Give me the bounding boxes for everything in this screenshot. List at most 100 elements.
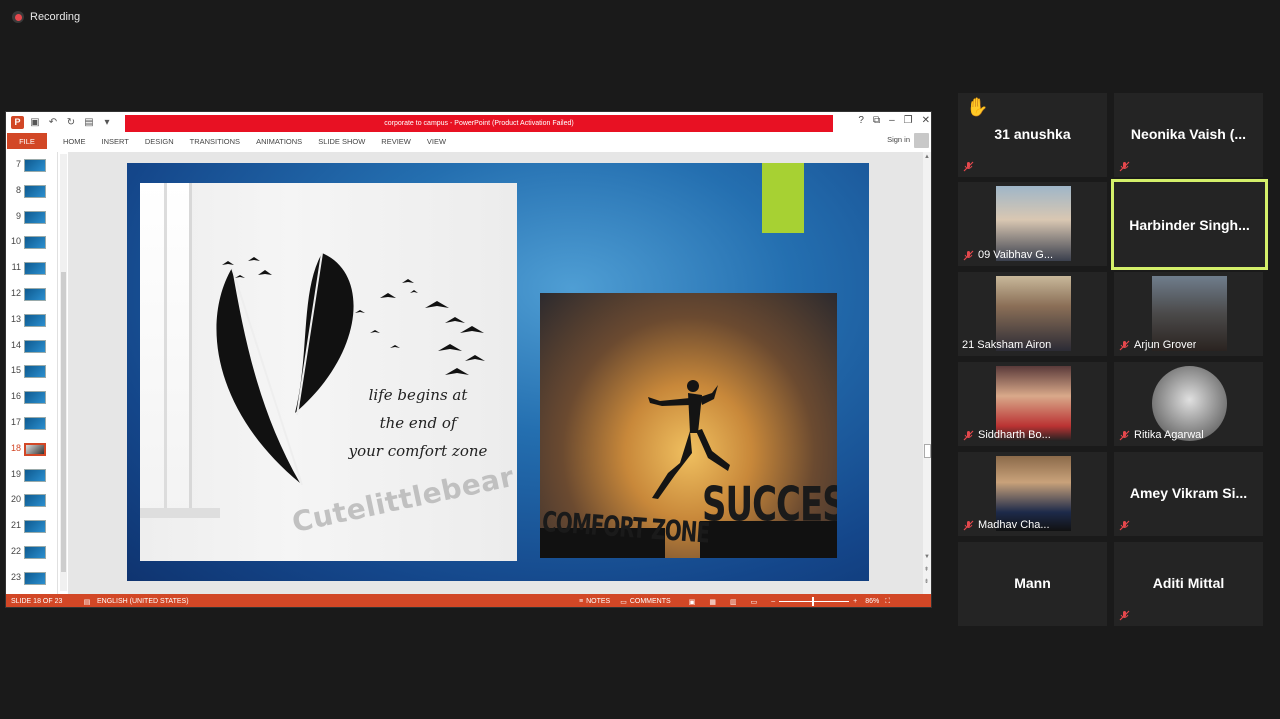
participant-tile-active-speaker[interactable]: Harbinder Singh...: [1111, 179, 1268, 270]
slide-thumbnail[interactable]: 10: [6, 230, 58, 252]
close-button[interactable]: ✕: [922, 115, 930, 126]
slide-preview[interactable]: [24, 365, 46, 379]
thumbnail-scrollbar[interactable]: [60, 154, 67, 591]
tab-transitions[interactable]: TRANSITIONS: [190, 137, 240, 146]
slide-preview[interactable]: [24, 468, 46, 482]
slideshow-view-icon[interactable]: ▭: [751, 598, 758, 606]
slide-number: 19: [10, 468, 21, 479]
participant-tile[interactable]: Madhav Cha...: [958, 452, 1107, 536]
participant-tile[interactable]: Mann: [958, 542, 1107, 626]
slide-thumbnail[interactable]: 22: [6, 540, 58, 562]
zoom-in-icon[interactable]: +: [853, 598, 857, 605]
slide-thumbnail[interactable]: 15: [6, 359, 58, 381]
slide-thumbnail[interactable]: 7: [6, 153, 58, 175]
slide-preview[interactable]: [24, 210, 46, 224]
slide-preview[interactable]: [24, 494, 46, 508]
slide-thumbnail[interactable]: 18: [6, 437, 58, 459]
slide-preview[interactable]: [24, 391, 46, 405]
slide-preview[interactable]: [24, 442, 46, 456]
restore-button[interactable]: ❐: [904, 115, 913, 126]
sign-in-link[interactable]: Sign in: [887, 135, 910, 144]
slide-preview[interactable]: [24, 184, 46, 198]
slide-preview[interactable]: [24, 313, 46, 327]
participant-tile[interactable]: Arjun Grover: [1114, 272, 1263, 356]
ppt-titlebar: P ▣ ↶ ↻ ▤ ▾ corporate to campus - PowerP…: [6, 112, 931, 132]
slide-thumbnail[interactable]: 19: [6, 463, 58, 485]
participant-tile[interactable]: 09 Vaibhav G...: [958, 182, 1107, 266]
slide-preview[interactable]: [24, 288, 46, 301]
tab-animations[interactable]: ANIMATIONS: [256, 137, 302, 146]
undo-icon[interactable]: ↶: [46, 117, 60, 128]
tab-home[interactable]: HOME: [63, 137, 86, 146]
notes-button[interactable]: NOTES: [586, 598, 610, 605]
slide-preview[interactable]: [24, 546, 46, 559]
current-slide[interactable]: life begins at the end of your comfort z…: [127, 163, 869, 581]
start-slideshow-icon[interactable]: ▤: [82, 117, 96, 128]
help-button[interactable]: ?: [858, 115, 864, 126]
zoom-out-icon[interactable]: –: [771, 598, 775, 605]
slide-thumbnail-pane: 7 8 9 10 11 12 13 14 15 16 17 18 19 20 21 22 23: [6, 152, 58, 594]
slide-thumbnail[interactable]: 17: [6, 411, 58, 433]
participant-tile[interactable]: Ritika Agarwal: [1114, 362, 1263, 446]
tab-slide-show[interactable]: SLIDE SHOW: [318, 137, 365, 146]
slide-thumbnail[interactable]: 13: [6, 308, 58, 330]
slide-thumbnail[interactable]: 20: [6, 488, 58, 510]
normal-view-icon[interactable]: ▣: [689, 598, 696, 606]
fit-to-window-icon[interactable]: ⛶: [885, 598, 890, 606]
success-text: SUCCESS: [702, 477, 837, 533]
slide-thumbnail[interactable]: 23: [6, 566, 58, 588]
comments-button[interactable]: COMMENTS: [630, 598, 671, 605]
comfort-zone-success-image: COMFORT ZONE SUCCESS: [540, 293, 837, 558]
slide-thumbnail[interactable]: 21: [6, 514, 58, 536]
account-avatar-icon[interactable]: [914, 133, 929, 148]
scroll-down-icon[interactable]: ▼: [924, 554, 930, 560]
slide-preview[interactable]: [24, 520, 46, 534]
muted-mic-icon: [1119, 610, 1130, 621]
slide-preview[interactable]: [24, 262, 46, 276]
ribbon-display-button[interactable]: ⧉: [873, 115, 880, 126]
slide-thumbnail[interactable]: 12: [6, 282, 58, 304]
minimize-button[interactable]: –: [889, 115, 895, 126]
slide-thumbnail[interactable]: 16: [6, 385, 58, 407]
redo-icon[interactable]: ↻: [64, 117, 78, 128]
save-icon[interactable]: ▣: [28, 117, 42, 128]
next-slide-icon[interactable]: ⇟: [924, 578, 929, 585]
canvas-scroll-thumb[interactable]: [924, 444, 931, 458]
language-indicator[interactable]: ENGLISH (UNITED STATES): [97, 598, 297, 605]
participant-tile[interactable]: Aditi Mittal: [1114, 542, 1263, 626]
slide-preview[interactable]: [24, 236, 46, 250]
prev-slide-icon[interactable]: ⇞: [924, 566, 929, 573]
participant-tile[interactable]: 21 Saksham Airon: [958, 272, 1107, 356]
participant-tile[interactable]: Siddharth Bo...: [958, 362, 1107, 446]
tab-design[interactable]: DESIGN: [145, 137, 174, 146]
slide-preview[interactable]: [24, 417, 46, 430]
slide-thumbnail[interactable]: 9: [6, 205, 58, 227]
comments-icon: ▭: [620, 598, 627, 606]
zoom-slider[interactable]: [779, 597, 850, 606]
scroll-up-icon[interactable]: ▲: [924, 154, 930, 160]
tab-review[interactable]: REVIEW: [381, 137, 411, 146]
participant-tile[interactable]: Amey Vikram Si...: [1114, 452, 1263, 536]
participant-name: Neonika Vaish (...: [1130, 126, 1247, 142]
tab-view[interactable]: VIEW: [427, 137, 446, 146]
participant-name: Mann: [1014, 575, 1051, 591]
recording-indicator[interactable]: Recording: [12, 11, 80, 23]
scroll-thumb[interactable]: [61, 272, 66, 572]
reading-view-icon[interactable]: ▥: [730, 598, 737, 606]
tab-file[interactable]: FILE: [7, 133, 47, 149]
tab-insert[interactable]: INSERT: [102, 137, 129, 146]
participant-tile[interactable]: Neonika Vaish (...: [1114, 93, 1263, 177]
slide-preview[interactable]: [24, 571, 46, 585]
slide-thumbnail[interactable]: 14: [6, 334, 58, 356]
zoom-slider-thumb[interactable]: [812, 597, 815, 606]
slide-thumbnail[interactable]: 8: [6, 179, 58, 201]
participant-tile[interactable]: ✋ 31 anushka: [958, 93, 1107, 177]
slide-preview[interactable]: [24, 339, 46, 353]
zoom-level[interactable]: 86%: [865, 598, 879, 605]
slide-preview[interactable]: [24, 159, 46, 172]
customize-qat-icon[interactable]: ▾: [100, 117, 114, 128]
slide-sorter-icon[interactable]: ▦: [709, 598, 716, 606]
slide-thumbnail[interactable]: 11: [6, 256, 58, 278]
spellcheck-icon[interactable]: ▤: [77, 598, 97, 606]
canvas-scrollbar[interactable]: ▲ ▼ ⇞ ⇟: [923, 152, 931, 594]
